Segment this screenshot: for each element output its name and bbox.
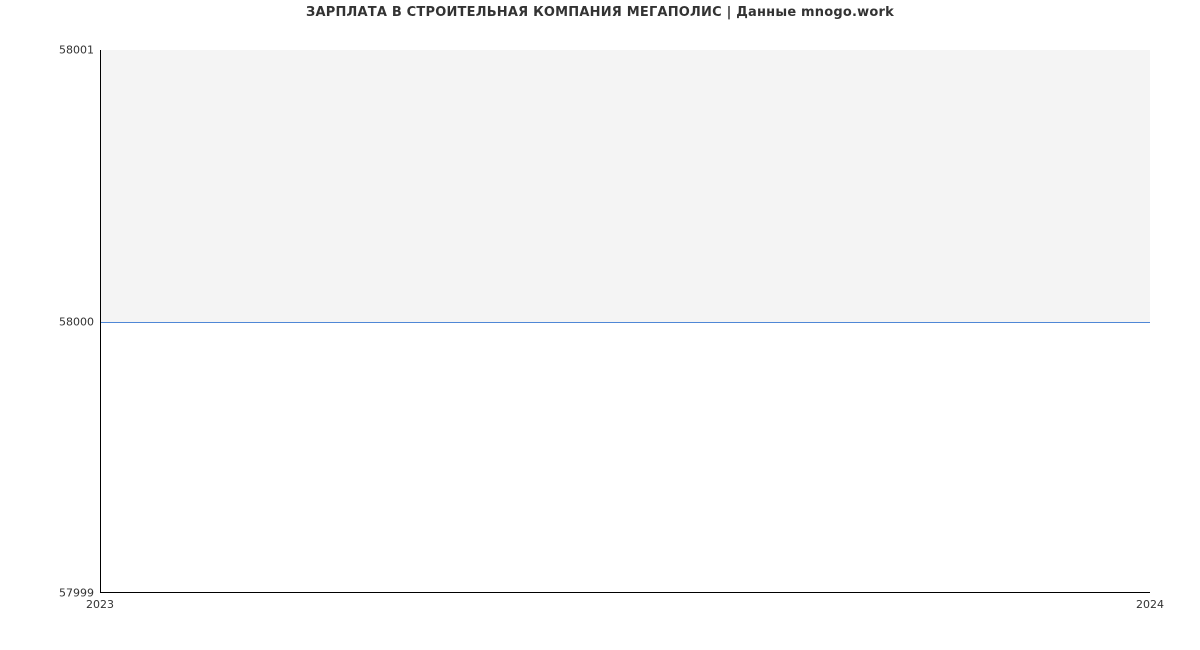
x-tick-label: 2024 bbox=[1136, 598, 1164, 611]
chart-container: ЗАРПЛАТА В СТРОИТЕЛЬНАЯ КОМПАНИЯ МЕГАПОЛ… bbox=[0, 0, 1200, 650]
plot-lower-band bbox=[101, 322, 1150, 593]
y-tick-label: 58001 bbox=[4, 44, 94, 57]
y-tick-label: 58000 bbox=[4, 315, 94, 328]
plot-area bbox=[100, 50, 1150, 593]
y-tick-label: 57999 bbox=[4, 587, 94, 600]
x-tick-label: 2023 bbox=[86, 598, 114, 611]
series-line-salary bbox=[101, 322, 1150, 323]
chart-title: ЗАРПЛАТА В СТРОИТЕЛЬНАЯ КОМПАНИЯ МЕГАПОЛ… bbox=[0, 5, 1200, 20]
